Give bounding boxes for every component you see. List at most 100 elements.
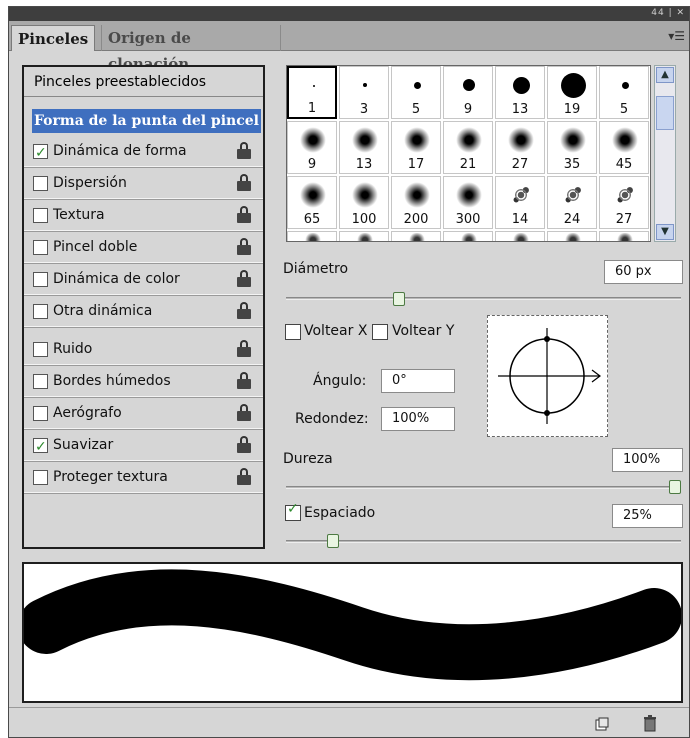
option-item[interactable]: Bordes húmedos [24, 367, 263, 395]
brush-thumbnail[interactable]: 9 [443, 66, 493, 119]
flip-x-checkbox[interactable] [285, 324, 301, 340]
brush-tip-preview [404, 127, 430, 153]
option-item[interactable]: Pincel doble [24, 233, 263, 261]
option-separator [24, 294, 263, 296]
brush-thumbnail[interactable]: 27 [495, 121, 545, 174]
diameter-slider-knob[interactable] [393, 292, 405, 306]
lock-icon[interactable] [237, 340, 253, 358]
option-item[interactable]: Ruido [24, 335, 263, 363]
option-label: Ruido [53, 341, 93, 357]
option-item[interactable]: Proteger textura [24, 463, 263, 491]
flip-y-label: Voltear Y [392, 323, 455, 339]
brush-thumbnail[interactable]: 3 [339, 66, 389, 119]
option-item[interactable]: Dinámica de color [24, 265, 263, 293]
brush-grid-scrollbar[interactable]: ▲ ▼ [654, 65, 676, 242]
option-item[interactable]: Aerógrafo [24, 399, 263, 427]
option-checkbox[interactable] [33, 176, 48, 191]
option-checkbox[interactable] [33, 139, 48, 167]
option-separator [24, 460, 263, 462]
option-item[interactable]: Otra dinámica [24, 297, 263, 325]
option-checkbox[interactable] [33, 374, 48, 389]
option-checkbox[interactable] [33, 208, 48, 223]
option-item[interactable]: Textura [24, 201, 263, 229]
brush-thumbnail[interactable]: 5 [391, 66, 441, 119]
spacing-slider-knob[interactable] [327, 534, 339, 548]
diameter-slider-track[interactable] [286, 297, 681, 300]
option-checkbox[interactable] [33, 304, 48, 319]
brush-thumbnail[interactable]: 24 [547, 176, 597, 229]
brush-thumbnail[interactable]: 13 [495, 66, 545, 119]
option-checkbox[interactable] [33, 272, 48, 287]
brush-thumbnail[interactable]: 19 [547, 66, 597, 119]
brush-thumbnail[interactable] [495, 231, 545, 241]
spacing-slider-track[interactable] [286, 540, 681, 543]
brush-thumbnail[interactable]: 1 [287, 66, 337, 119]
brush-thumbnail[interactable] [287, 231, 337, 241]
brush-thumbnail[interactable]: 14 [495, 176, 545, 229]
lock-icon[interactable] [237, 142, 253, 160]
option-checkbox[interactable] [33, 433, 48, 461]
lock-icon[interactable] [237, 302, 253, 320]
tab-origen-clonacion[interactable]: Origen de clonación [101, 25, 281, 73]
new-brush-icon[interactable] [595, 717, 609, 731]
spacing-checkbox[interactable] [285, 501, 301, 521]
brush-thumbnail[interactable] [599, 231, 649, 241]
preset-brushes-item[interactable]: Pinceles preestablecidos [24, 67, 263, 97]
brush-size-label: 45 [615, 157, 633, 172]
hardness-slider-track[interactable] [286, 486, 681, 489]
brush-thumbnail[interactable]: 100 [339, 176, 389, 229]
lock-icon[interactable] [237, 270, 253, 288]
brush-thumbnail[interactable]: 13 [339, 121, 389, 174]
brush-thumbnail[interactable]: 27 [599, 176, 649, 229]
option-item[interactable]: Dinámica de forma [24, 137, 263, 167]
lock-icon[interactable] [237, 206, 253, 224]
lock-icon[interactable] [237, 372, 253, 390]
diameter-field[interactable]: 60 px [604, 260, 683, 284]
option-checkbox[interactable] [33, 470, 48, 485]
brush-thumbnail[interactable]: 65 [287, 176, 337, 229]
flip-y-checkbox[interactable] [372, 324, 388, 340]
brush-thumbnail[interactable] [339, 231, 389, 241]
spacing-field[interactable]: 25% [612, 504, 683, 528]
option-item[interactable]: Suavizar [24, 431, 263, 461]
angle-field[interactable]: 0° [381, 369, 455, 393]
option-checkbox[interactable] [33, 406, 48, 421]
brush-thumbnail[interactable]: 35 [547, 121, 597, 174]
brush-thumbnail[interactable] [443, 231, 493, 241]
roundness-field[interactable]: 100% [381, 407, 455, 431]
brush-thumbnail[interactable]: 45 [599, 121, 649, 174]
brush-thumbnail[interactable]: 9 [287, 121, 337, 174]
lock-icon[interactable] [237, 436, 253, 454]
brush-tip-preview [404, 182, 430, 208]
brush-tip-shape-item[interactable]: Forma de la punta del pincel [32, 109, 261, 133]
lock-icon[interactable] [237, 238, 253, 256]
brush-thumbnail[interactable]: 5 [599, 66, 649, 119]
option-checkbox[interactable] [33, 240, 48, 255]
option-item[interactable]: Dispersión [24, 169, 263, 197]
brush-thumbnail[interactable] [391, 231, 441, 241]
trash-icon[interactable] [643, 715, 657, 732]
option-separator [24, 166, 263, 168]
brush-size-label: 65 [303, 212, 321, 227]
brush-thumbnail[interactable]: 200 [391, 176, 441, 229]
brush-thumbnail[interactable] [547, 231, 597, 241]
brush-thumbnail[interactable]: 21 [443, 121, 493, 174]
lock-icon[interactable] [237, 174, 253, 192]
angle-roundness-widget[interactable] [487, 315, 608, 437]
brush-thumbnail[interactable]: 17 [391, 121, 441, 174]
scroll-down-icon[interactable]: ▼ [656, 224, 674, 240]
scroll-up-icon[interactable]: ▲ [656, 67, 674, 83]
brush-size-label: 200 [403, 212, 429, 227]
option-checkbox[interactable] [33, 342, 48, 357]
panel-menu-icon[interactable]: ▾☰ [668, 29, 685, 43]
lock-icon[interactable] [237, 404, 253, 422]
window-controls[interactable]: 44 | ✕ [651, 8, 685, 18]
brush-thumbnail[interactable]: 300 [443, 176, 493, 229]
hardness-field[interactable]: 100% [612, 448, 683, 472]
tab-pinceles[interactable]: Pinceles [11, 25, 96, 51]
lock-icon[interactable] [237, 468, 253, 486]
hardness-slider-knob[interactable] [669, 480, 681, 494]
option-separator [24, 262, 263, 264]
option-separator [24, 396, 263, 398]
scroll-thumb[interactable] [656, 96, 674, 130]
